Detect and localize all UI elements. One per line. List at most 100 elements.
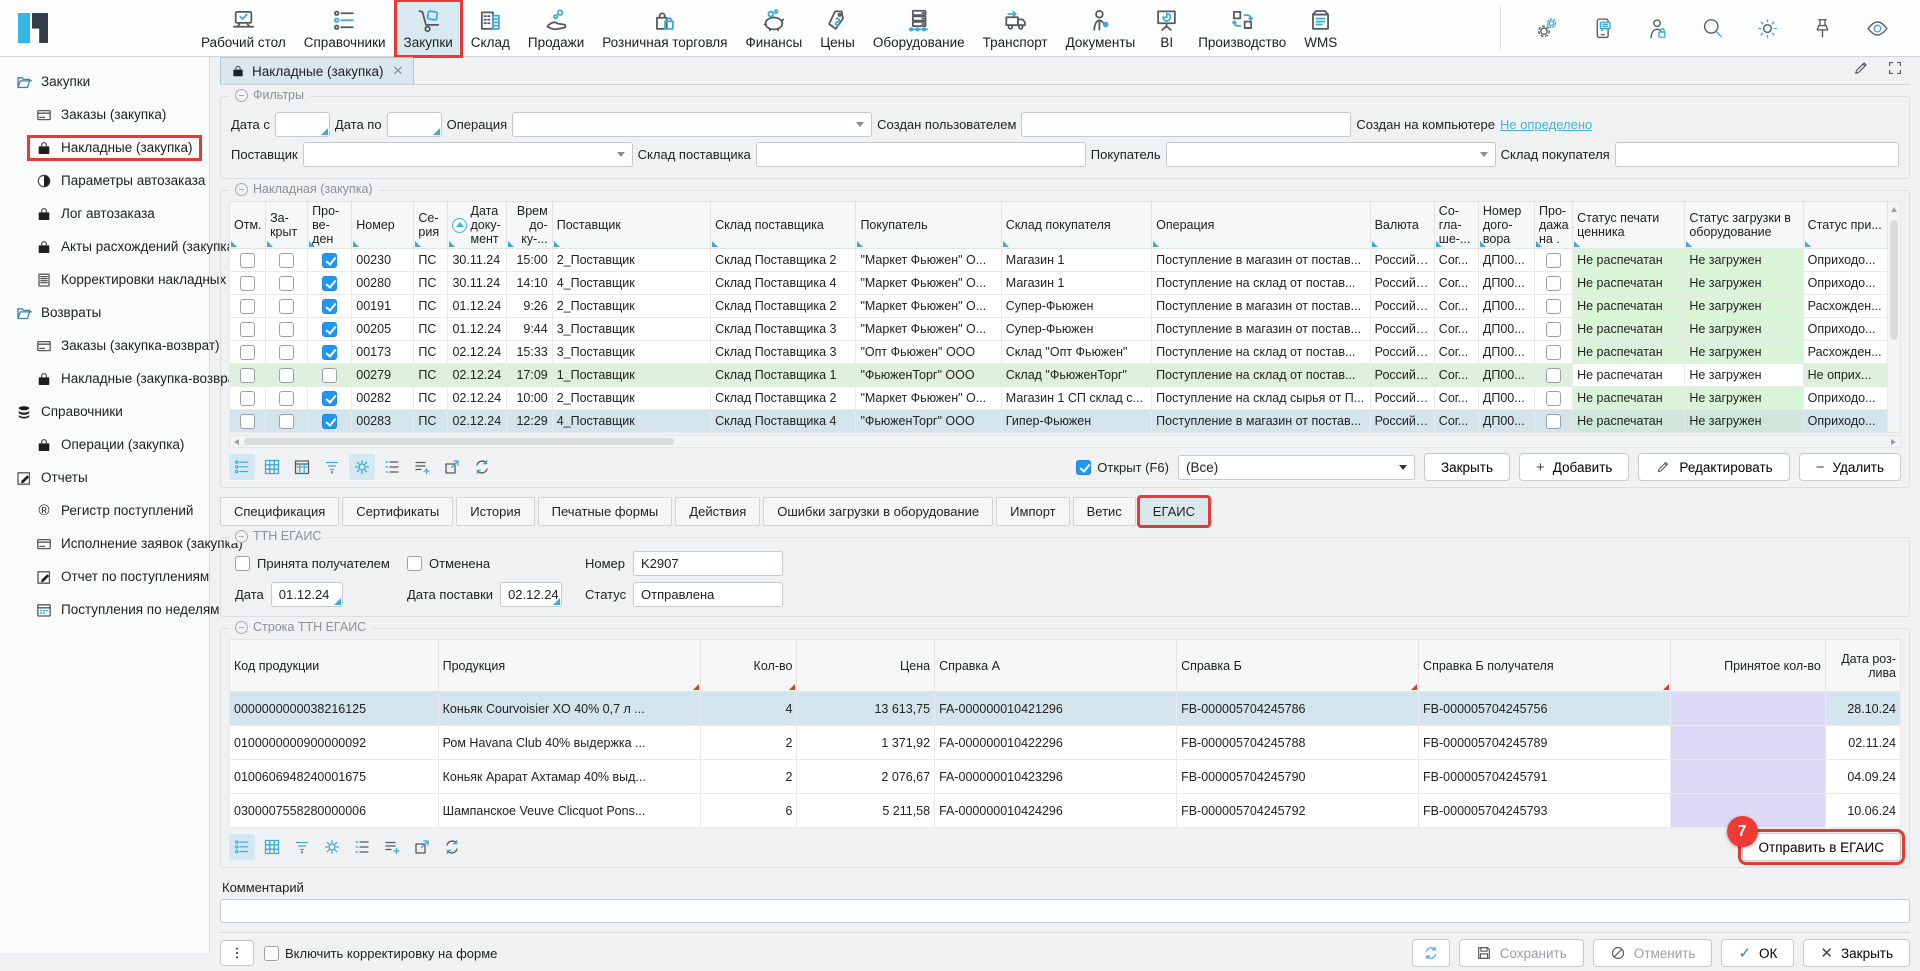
created-on-link[interactable]: Не определено xyxy=(1500,117,1592,132)
open-f6-checkbox[interactable]: Открыт (F6) xyxy=(1076,460,1169,475)
collapse-icon[interactable] xyxy=(235,621,248,634)
sale-checkbox[interactable] xyxy=(1546,414,1561,429)
nav-item-purchases[interactable]: Закупки xyxy=(395,0,462,57)
column-header-num[interactable]: Номер xyxy=(352,202,414,249)
list-icon[interactable] xyxy=(229,454,255,480)
invoice-row[interactable]: 00205ПС01.12.249:443_ПоставщикСклад Пост… xyxy=(230,318,1888,341)
sidebar-item-orders-purchase-return[interactable]: Заказы (закупка-возврат) xyxy=(0,329,209,362)
buyer-select[interactable] xyxy=(1166,142,1496,167)
numbered-list-icon[interactable] xyxy=(349,834,375,860)
invoices-horizontal-scrollbar[interactable] xyxy=(229,435,1901,448)
scroll-thumb[interactable] xyxy=(244,438,674,445)
created-by-input[interactable] xyxy=(1021,112,1351,137)
tab-import[interactable]: Импорт xyxy=(996,497,1069,526)
sidebar-item-autoorder-log[interactable]: Лог автозаказа xyxy=(0,197,209,230)
nav-item-warehouse[interactable]: Склад xyxy=(462,0,519,57)
ttn-date-input[interactable]: 01.12.24 xyxy=(271,582,343,607)
nav-item-finance[interactable]: Финансы xyxy=(737,0,812,57)
operation-select[interactable] xyxy=(512,112,872,137)
sidebar-item-autoorder-params[interactable]: Параметры автозаказа xyxy=(0,164,209,197)
sale-checkbox[interactable] xyxy=(1546,322,1561,337)
supplier-select[interactable] xyxy=(303,142,633,167)
posted-checkbox[interactable] xyxy=(322,299,337,314)
settings-icon[interactable] xyxy=(319,834,345,860)
tab-print-forms[interactable]: Печатные формы xyxy=(538,497,673,526)
invoice-row[interactable]: 00230ПС30.11.2415:002_ПоставщикСклад Пос… xyxy=(230,249,1888,272)
sidebar-item-receipts-report[interactable]: Отчет по поступлениям xyxy=(0,560,209,593)
comment-input[interactable] xyxy=(220,899,1910,923)
otm-checkbox[interactable] xyxy=(240,253,255,268)
ok-button[interactable]: ✓ОК xyxy=(1721,939,1794,967)
settings-icon[interactable] xyxy=(349,454,375,480)
theme-icon[interactable] xyxy=(1755,16,1780,41)
posted-checkbox[interactable] xyxy=(322,391,337,406)
delete-button[interactable]: −Удалить xyxy=(1799,453,1901,481)
collapse-icon[interactable] xyxy=(235,183,248,196)
posted-checkbox[interactable] xyxy=(322,276,337,291)
tab-history[interactable]: История xyxy=(456,497,534,526)
sidebar-section-purchases[interactable]: Закупки xyxy=(0,65,209,98)
filter-icon[interactable] xyxy=(289,834,315,860)
column-header-bottling[interactable]: Дата роз-лива xyxy=(1825,640,1900,692)
invoices-vertical-scrollbar[interactable] xyxy=(1888,201,1901,433)
grid-icon[interactable] xyxy=(259,834,285,860)
invoice-row[interactable]: 00280ПС30.11.2414:104_ПоставщикСклад Пос… xyxy=(230,272,1888,295)
column-header-qty[interactable]: Кол-во xyxy=(701,640,797,692)
scroll-thumb[interactable] xyxy=(1890,220,1898,340)
otm-checkbox[interactable] xyxy=(240,276,255,291)
column-header-product[interactable]: Продукция xyxy=(438,640,701,692)
otm-checkbox[interactable] xyxy=(240,345,255,360)
otm-checkbox[interactable] xyxy=(240,299,255,314)
invoice-row[interactable]: 00173ПС02.12.2415:333_ПоставщикСклад Пос… xyxy=(230,341,1888,364)
posted-checkbox[interactable] xyxy=(322,253,337,268)
posted-checkbox[interactable] xyxy=(322,368,337,383)
tab-close-icon[interactable]: ✕ xyxy=(393,63,404,79)
supplier-wh-input[interactable] xyxy=(756,142,1086,167)
sidebar-section-returns[interactable]: Возвраты xyxy=(0,296,209,329)
nav-item-transport[interactable]: Транспорт xyxy=(974,0,1057,57)
ttn-line-row[interactable]: 0100606948240001675Коньяк Арарат Ахтамар… xyxy=(230,760,1901,794)
sidebar-item-invoice-corrections[interactable]: Корректировки накладных xyxy=(0,263,209,296)
column-header-price[interactable]: Цена xyxy=(797,640,935,692)
ttn-line-row[interactable]: 0000000000038216125Коньяк Courvoisier XO… xyxy=(230,692,1901,726)
app-logo[interactable] xyxy=(10,5,56,51)
sidebar-item-operations-purchase[interactable]: Операции (закупка) xyxy=(0,428,209,461)
column-header-agr[interactable]: Со-гла-ше-... xyxy=(1434,202,1478,249)
date-to-input[interactable] xyxy=(387,112,442,137)
tab-vetis[interactable]: Ветис xyxy=(1073,497,1136,526)
sidebar-item-invoices-purchase[interactable]: Накладные (закупка) xyxy=(0,131,209,164)
nav-item-sales[interactable]: Продажи xyxy=(519,0,593,57)
cancel-button[interactable]: Отменить xyxy=(1593,939,1713,967)
checkbox[interactable] xyxy=(264,946,279,961)
ttn-status-input[interactable]: Отправлена xyxy=(633,582,783,607)
column-header-st_load[interactable]: Статус загрузки в оборудование xyxy=(1685,202,1803,249)
ttn-number-input[interactable]: K2907 xyxy=(633,551,783,576)
column-header-spr_b_rcv[interactable]: Справка Б получателя xyxy=(1419,640,1671,692)
invoice-row[interactable]: 00191ПС01.12.249:262_ПоставщикСклад Пост… xyxy=(230,295,1888,318)
scroll-up-icon[interactable] xyxy=(1891,207,1897,212)
column-header-date[interactable]: Дата доку-мент xyxy=(448,202,506,249)
filter-all-select[interactable]: (Все) xyxy=(1178,455,1415,480)
column-header-posted[interactable]: Про-ве-ден xyxy=(308,202,352,249)
checkbox[interactable] xyxy=(235,556,250,571)
closed-checkbox[interactable] xyxy=(279,345,294,360)
closed-checkbox[interactable] xyxy=(279,253,294,268)
otm-checkbox[interactable] xyxy=(240,322,255,337)
canceled-checkbox[interactable]: Отменена xyxy=(407,556,575,571)
column-header-sup_wh[interactable]: Склад поставщика xyxy=(711,202,856,249)
posted-checkbox[interactable] xyxy=(322,345,337,360)
tab-equipment-load-errors[interactable]: Ошибки загрузки в оборудование xyxy=(763,497,993,526)
nav-item-bi[interactable]: BI xyxy=(1144,0,1189,57)
invoice-row[interactable]: 00282ПС02.12.2410:002_ПоставщикСклад Пос… xyxy=(230,387,1888,410)
calendar-table-icon[interactable] xyxy=(289,454,315,480)
nav-item-wms[interactable]: WMS xyxy=(1295,0,1346,57)
sale-checkbox[interactable] xyxy=(1546,345,1561,360)
column-header-buyer_wh[interactable]: Склад покупателя xyxy=(1001,202,1151,249)
closed-checkbox[interactable] xyxy=(279,391,294,406)
posted-checkbox[interactable] xyxy=(322,414,337,429)
invoice-row[interactable]: 00279ПС02.12.2417:091_ПоставщикСклад Пос… xyxy=(230,364,1888,387)
ttn-line-row[interactable]: 0300007558280000006Шампанское Veuve Clic… xyxy=(230,794,1901,828)
column-header-spr_b[interactable]: Справка Б xyxy=(1177,640,1419,692)
add-list-icon[interactable] xyxy=(409,454,435,480)
scroll-right-icon[interactable] xyxy=(1891,439,1896,445)
